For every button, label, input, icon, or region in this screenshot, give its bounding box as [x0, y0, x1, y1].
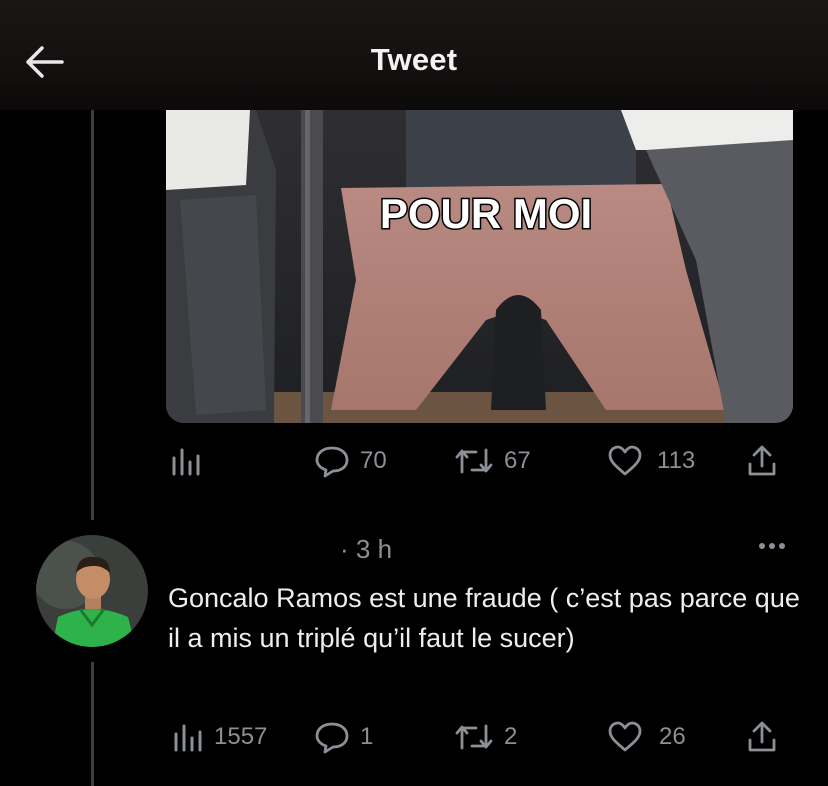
more-dots-icon	[759, 543, 785, 549]
thread-line-bottom	[91, 662, 94, 786]
heart-icon	[608, 721, 642, 752]
heart-icon	[608, 445, 642, 476]
avatar[interactable]	[36, 535, 148, 647]
thread-line-top	[91, 110, 94, 520]
views-chart-icon	[174, 724, 202, 752]
like-button[interactable]: 113	[607, 445, 695, 477]
retweet-button[interactable]: 67	[454, 446, 531, 476]
reply-like-button[interactable]: 26	[607, 721, 686, 753]
media-caption: POUR MOI	[380, 190, 592, 237]
share-button[interactable]	[746, 444, 778, 478]
reply-view-count: 1557	[214, 723, 268, 750]
reply-retweet-count: 2	[504, 723, 518, 750]
reply-retweet-button[interactable]: 2	[454, 722, 517, 752]
reply-reply-button[interactable]: 1	[314, 720, 373, 754]
reply-timestamp: · 3 h	[340, 534, 393, 564]
reply-reply-count: 1	[360, 723, 374, 750]
avatar-photo	[36, 535, 148, 647]
share-icon	[748, 721, 776, 752]
reply-count: 70	[360, 447, 387, 474]
more-options-button[interactable]	[752, 536, 792, 556]
reply-share-button[interactable]	[746, 720, 778, 754]
retweet-icon	[455, 724, 493, 750]
page-title: Tweet	[370, 42, 458, 77]
tweet-media-image[interactable]: POUR MOI	[166, 110, 793, 423]
media-illustration: POUR MOI	[166, 110, 793, 423]
views-button[interactable]	[170, 446, 202, 476]
top-bar: Tweet	[0, 0, 828, 110]
like-count: 113	[657, 447, 696, 474]
reply-button[interactable]: 70	[314, 444, 387, 478]
share-icon	[748, 445, 776, 476]
reply-bubble-icon	[315, 722, 349, 754]
retweet-icon	[455, 448, 493, 474]
views-chart-icon	[172, 448, 200, 476]
reply-text: Goncalo Ramos est une fraude ( c’est pas…	[168, 583, 800, 653]
reply-like-count: 26	[659, 723, 686, 750]
retweet-count: 67	[504, 447, 531, 474]
reply-views-button[interactable]: 1557	[172, 722, 267, 752]
reply-bubble-icon	[315, 446, 349, 478]
